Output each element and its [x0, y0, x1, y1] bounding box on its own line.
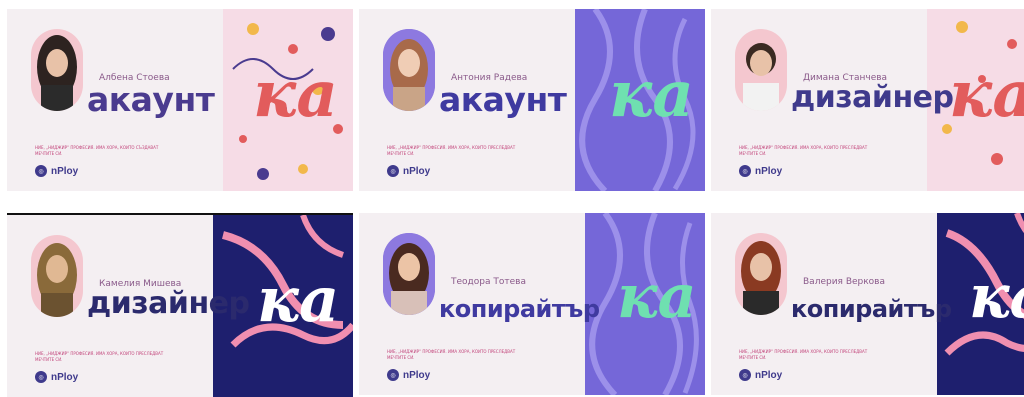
portrait-frame [31, 29, 83, 111]
tagline: НИЕ, „НИДЖИР“ ПРОФЕСИЯ. ИМА ХОРА, КОИТО … [387, 349, 516, 360]
banner-card[interactable]: Димана Станчева дизайнер ка НИЕ, „НИДЖИР… [711, 9, 1024, 191]
ka-suffix: ка [253, 57, 338, 132]
nploy-logo-icon: ◎ [739, 369, 751, 381]
nploy-logo[interactable]: ◎ nPloy [387, 165, 430, 177]
portrait-photo [735, 233, 787, 315]
portrait-photo [383, 29, 435, 111]
portrait-photo [31, 29, 83, 111]
role-title: дизайнер [87, 286, 250, 321]
ka-suffix: ка [617, 262, 697, 332]
ka-suffix: ка [257, 263, 340, 336]
tagline: НИЕ, „НИДЖИР“ ПРОФЕСИЯ. ИМА ХОРА, КОИТО … [387, 145, 516, 156]
role-title: акаунт [439, 80, 567, 119]
tagline: НИЕ, „НИДЖИР“ ПРОФЕСИЯ. ИМА ХОРА, КОИТО … [739, 145, 868, 156]
nploy-logo[interactable]: ◎ nPloy [387, 369, 430, 381]
person-name: Валерия Веркова [803, 277, 886, 287]
role-title: дизайнер [791, 80, 954, 115]
banner-card[interactable]: Валерия Веркова копирайтър ка НИЕ, „НИДЖ… [711, 213, 1024, 395]
tagline: НИЕ, „НИДЖИР“ ПРОФЕСИЯ. ИМА ХОРА, КОИТО … [739, 349, 868, 360]
nploy-logo[interactable]: ◎ nPloy [739, 369, 782, 381]
portrait-frame [735, 29, 787, 111]
role-title: копирайтър [439, 295, 600, 323]
portrait-photo [31, 235, 83, 317]
tagline: НИЕ, „НИДЖИР“ ПРОФЕСИЯ. ИМА ХОРА, КОИТО … [35, 145, 159, 156]
nploy-logo[interactable]: ◎ nPloy [35, 165, 78, 177]
nploy-logo[interactable]: ◎ nPloy [739, 165, 782, 177]
banner-card[interactable]: Теодора Тотева копирайтър ка НИЕ, „НИДЖИ… [359, 213, 705, 395]
nploy-logo-icon: ◎ [35, 165, 47, 177]
person-name: Теодора Тотева [451, 277, 526, 287]
nploy-logo-icon: ◎ [35, 371, 47, 383]
nploy-logo-icon: ◎ [387, 165, 399, 177]
portrait-frame [383, 29, 435, 111]
ka-suffix: ка [969, 262, 1024, 332]
banner-card[interactable]: Албена Стоева акаунт ка НИЕ, „НИДЖИР“ ПР… [7, 9, 353, 191]
banner-card[interactable]: Антония Радева акаунт ка НИЕ, „НИДЖИР“ П… [359, 9, 705, 191]
nploy-logo-icon: ◎ [739, 165, 751, 177]
portrait-frame [31, 235, 83, 317]
nploy-logo-icon: ◎ [387, 369, 399, 381]
banner-card[interactable]: Камелия Мишева дизайнер ка НИЕ, „НИДЖИР“… [7, 213, 353, 397]
ka-suffix: ка [949, 57, 1024, 132]
nploy-logo[interactable]: ◎ nPloy [35, 371, 78, 383]
role-title: акаунт [87, 80, 215, 119]
ka-suffix: ка [609, 57, 694, 132]
portrait-frame [735, 233, 787, 315]
portrait-photo [735, 29, 787, 111]
portrait-photo [383, 233, 435, 315]
tagline: НИЕ, „НИДЖИР“ ПРОФЕСИЯ. ИМА ХОРА, КОИТО … [35, 351, 164, 362]
portrait-frame [383, 233, 435, 315]
role-title: копирайтър [791, 295, 952, 323]
